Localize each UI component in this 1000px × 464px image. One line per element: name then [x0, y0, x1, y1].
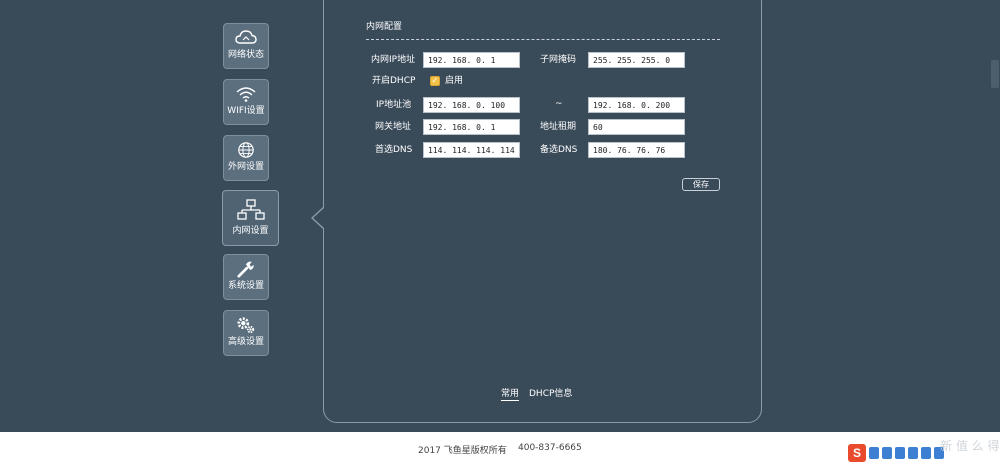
tab-dhcp-info[interactable]: DHCP信息 [529, 388, 572, 400]
ip-pool-start-input[interactable] [423, 97, 520, 113]
footer-phone: 400-837-6665 [518, 443, 582, 453]
lan-ip-input[interactable] [423, 52, 520, 68]
network-icon [236, 199, 265, 220]
cloud-icon [235, 30, 257, 44]
primary-dns-label: 首选DNS [375, 145, 413, 155]
dhcp-enable-label: 启用 [445, 76, 464, 86]
secondary-dns-label: 备选DNS [540, 145, 578, 155]
primary-dns-input[interactable] [423, 142, 520, 158]
sidebar-item-label: 内网设置 [232, 226, 269, 236]
sidebar-item-network-status[interactable]: 网络状态 [223, 23, 269, 69]
wifi-icon [236, 87, 256, 102]
secondary-dns-input[interactable] [588, 142, 685, 158]
section-divider [366, 39, 720, 40]
footer-copyright: 2017 飞鱼星版权所有 [418, 446, 507, 456]
sidebar-item-wan-settings[interactable]: 外网设置 [223, 135, 269, 181]
watermark: 新 值 么 得 [940, 439, 1000, 453]
ime-logo-icon[interactable]: S [848, 444, 866, 462]
section-title: 内网配置 [366, 22, 403, 32]
scrollbar-thumb[interactable] [991, 60, 999, 88]
ip-pool-label: IP地址池 [376, 100, 412, 110]
ip-pool-end-input[interactable] [588, 97, 685, 113]
sidebar-item-lan-settings[interactable]: 内网设置 [222, 190, 279, 246]
ime-tool-icon[interactable] [869, 447, 879, 459]
tab-common[interactable]: 常用 [501, 388, 520, 401]
sidebar-item-label: 网络状态 [227, 50, 264, 60]
ime-tool-icon[interactable] [882, 447, 892, 459]
ime-toolbar[interactable]: S [848, 443, 944, 463]
ime-tool-icon[interactable] [908, 447, 918, 459]
ime-tool-icon[interactable] [895, 447, 905, 459]
subnet-mask-input[interactable] [588, 52, 685, 68]
ime-tool-icon[interactable] [921, 447, 931, 459]
subnet-mask-label: 子网掩码 [540, 55, 577, 65]
globe-icon [238, 142, 254, 158]
sidebar-item-label: 系统设置 [227, 281, 264, 291]
gateway-label: 网关地址 [375, 122, 412, 132]
sidebar-item-label: 高级设置 [227, 337, 264, 347]
panel-pointer-fill [313, 208, 324, 228]
sidebar-item-system-settings[interactable]: 系统设置 [223, 254, 269, 300]
sidebar-item-label: WIFI设置 [227, 106, 265, 116]
gateway-input[interactable] [423, 119, 520, 135]
lan-ip-label: 内网IP地址 [371, 55, 416, 65]
dhcp-enable-checkbox[interactable]: ✓ [430, 76, 440, 86]
sidebar-item-label: 外网设置 [227, 162, 264, 172]
sidebar-item-advanced-settings[interactable]: 高级设置 [223, 310, 269, 356]
lease-label: 地址租期 [540, 122, 577, 132]
lease-input[interactable] [588, 119, 685, 135]
ip-pool-separator: ~ [555, 99, 563, 109]
wrench-icon [237, 261, 254, 278]
save-button[interactable]: 保存 [682, 178, 720, 191]
sidebar-item-wifi-settings[interactable]: WIFI设置 [223, 79, 269, 125]
dhcp-label: 开启DHCP [372, 76, 416, 86]
gears-icon [237, 317, 255, 334]
